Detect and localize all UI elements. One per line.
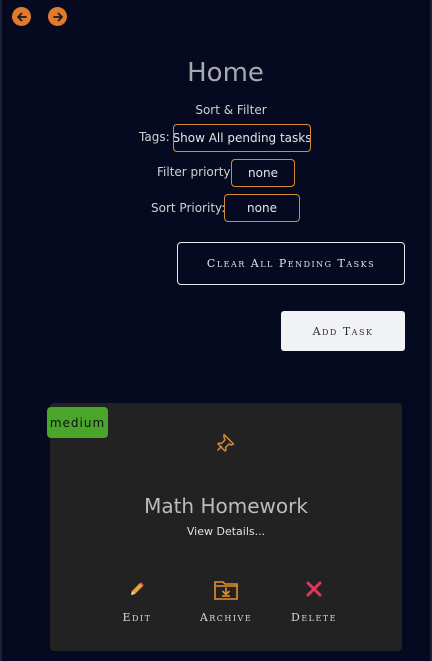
page-title: Home	[187, 58, 264, 88]
back-button[interactable]	[12, 7, 31, 26]
task-title: Math Homework	[144, 494, 308, 518]
clear-pending-tasks-button[interactable]: Clear All Pending Tasks	[177, 242, 405, 285]
sort-priority-label: Sort Priority:	[151, 201, 226, 215]
tags-select[interactable]: Show All pending tasks	[173, 124, 311, 152]
archive-button[interactable]: Archive	[186, 575, 266, 624]
archive-label: Archive	[199, 611, 253, 624]
arrow-left-icon	[16, 12, 27, 21]
tags-label: Tags:	[139, 130, 170, 144]
archive-folder-icon	[214, 581, 238, 600]
sort-priority-select[interactable]: none	[224, 194, 300, 222]
filter-priority-label: Filter priorty:	[157, 165, 234, 179]
forward-button[interactable]	[48, 7, 67, 26]
edit-button[interactable]: Edit	[97, 575, 177, 624]
filter-priority-select[interactable]: none	[231, 159, 295, 187]
view-details-link[interactable]: View Details...	[50, 525, 402, 538]
edit-label: Edit	[122, 611, 152, 624]
sort-filter-heading: Sort & Filter	[195, 103, 267, 117]
delete-button[interactable]: Delete	[274, 575, 354, 624]
pencil-icon	[131, 582, 144, 595]
close-x-icon	[306, 581, 322, 597]
add-task-button[interactable]: Add Task	[281, 311, 405, 351]
priority-badge: medium	[47, 407, 108, 438]
app-page: Home Sort & Filter Tags: Show All pendin…	[0, 0, 432, 661]
delete-label: Delete	[291, 611, 337, 624]
pin-icon[interactable]	[215, 431, 237, 453]
arrow-right-icon	[52, 12, 63, 21]
